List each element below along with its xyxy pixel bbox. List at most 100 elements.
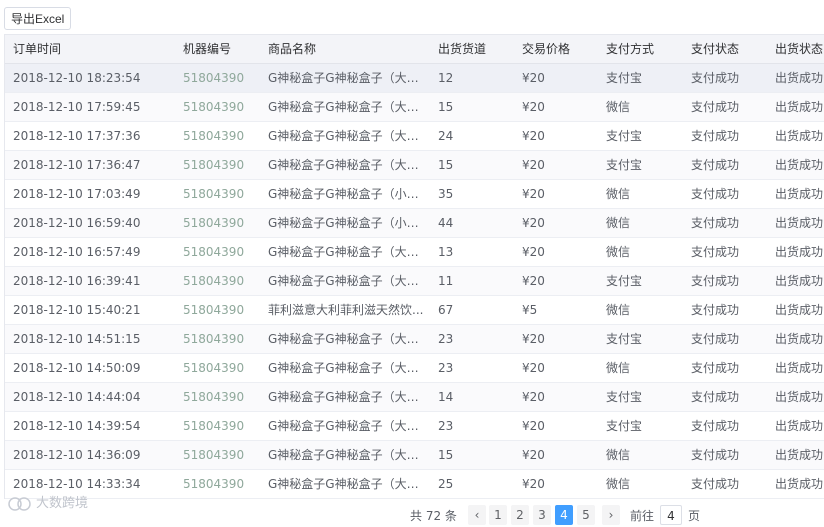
cell-order-time: 2018-12-10 16:59:40	[13, 216, 141, 230]
table-row[interactable]: 2018-12-10 16:57:49 51804390 G神秘盒子G神秘盒子（大）…	[5, 238, 824, 267]
cell-machine-id: 51804390	[183, 129, 245, 143]
cell-machine-id: 51804390	[183, 332, 245, 346]
cell-order-time: 2018-12-10 14:44:04	[13, 390, 141, 404]
cell-machine-id: 51804390	[183, 71, 245, 85]
cell-price: ¥20	[522, 419, 545, 433]
cell-order-time: 2018-12-10 18:23:54	[13, 71, 141, 85]
cell-order-time: 2018-12-10 17:59:45	[13, 100, 141, 114]
cell-slot: 14	[438, 390, 454, 404]
table-row[interactable]: 2018-12-10 14:33:34 51804390 G神秘盒子G神秘盒子（大）…	[5, 470, 824, 499]
table-row[interactable]: 2018-12-10 14:50:09 51804390 G神秘盒子G神秘盒子（大）…	[5, 354, 824, 383]
cell-machine-id: 51804390	[183, 216, 245, 230]
watermark-text: 大数跨境	[36, 496, 89, 511]
cell-delivery-status: 出货成功	[775, 71, 824, 85]
table-row[interactable]: 2018-12-10 17:03:49 51804390 G神秘盒子G神秘盒子（小）…	[5, 180, 824, 209]
table-row[interactable]: 2018-12-10 16:59:40 51804390 G神秘盒子G神秘盒子（小）…	[5, 209, 824, 238]
cell-payment-method: 微信	[606, 303, 631, 317]
cell-product-name: G神秘盒子G神秘盒子（大）...	[268, 448, 428, 462]
column-header-machine-id[interactable]: 机器编号	[183, 35, 261, 63]
cell-product-name: G神秘盒子G神秘盒子（大）...	[268, 477, 428, 491]
cell-price: ¥20	[522, 477, 545, 491]
cell-delivery-status: 出货成功	[775, 477, 824, 491]
column-header-price[interactable]: 交易价格	[522, 35, 598, 63]
cell-order-time: 2018-12-10 17:37:36	[13, 129, 141, 143]
cell-product-name: G神秘盒子G神秘盒子（大）...	[268, 390, 428, 404]
pagination-goto-input[interactable]: 4	[660, 505, 682, 525]
cell-order-time: 2018-12-10 14:39:54	[13, 419, 141, 433]
export-excel-button[interactable]: 导出Excel	[4, 7, 72, 30]
column-header-payment-status[interactable]: 支付状态	[691, 35, 767, 63]
cell-delivery-status: 出货成功	[775, 129, 824, 143]
table-row[interactable]: 2018-12-10 14:51:15 51804390 G神秘盒子G神秘盒子（大）…	[5, 325, 824, 354]
column-header-order-time[interactable]: 订单时间	[13, 35, 173, 63]
cell-payment-method: 支付宝	[606, 71, 643, 85]
cell-product-name: G神秘盒子G神秘盒子（大）...	[268, 129, 428, 143]
cell-machine-id: 51804390	[183, 187, 245, 201]
cell-price: ¥20	[522, 187, 545, 201]
cell-payment-method: 支付宝	[606, 158, 643, 172]
table-row[interactable]: 2018-12-10 17:36:47 51804390 G神秘盒子G神秘盒子（大）…	[5, 151, 824, 180]
cell-machine-id: 51804390	[183, 274, 245, 288]
chevron-left-icon[interactable]: ‹	[468, 505, 486, 525]
cell-payment-method: 微信	[606, 100, 631, 114]
cell-payment-status: 支付成功	[691, 274, 740, 288]
table-row[interactable]: 2018-12-10 14:36:09 51804390 G神秘盒子G神秘盒子（大）…	[5, 441, 824, 470]
cell-slot: 24	[438, 129, 454, 143]
cell-payment-status: 支付成功	[691, 216, 740, 230]
cell-payment-status: 支付成功	[691, 71, 740, 85]
cell-price: ¥20	[522, 448, 545, 462]
table-row[interactable]: 2018-12-10 17:59:45 51804390 G神秘盒子G神秘盒子（大）…	[5, 93, 824, 122]
pagination-goto-label: 前往	[630, 509, 655, 523]
cell-price: ¥20	[522, 274, 545, 288]
cell-product-name: G神秘盒子G神秘盒子（大）...	[268, 361, 428, 375]
column-header-slot[interactable]: 出货货道	[438, 35, 508, 63]
table-header-row: 订单时间 机器编号 商品名称 出货货道 交易价格 支付方式 支付状态 出货状态	[5, 35, 824, 64]
cell-order-time: 2018-12-10 17:03:49	[13, 187, 141, 201]
cell-order-time: 2018-12-10 15:40:21	[13, 303, 141, 317]
cell-payment-status: 支付成功	[691, 448, 740, 462]
cell-product-name: G神秘盒子G神秘盒子（小）...	[268, 216, 428, 230]
cell-price: ¥20	[522, 100, 545, 114]
cell-payment-method: 微信	[606, 245, 631, 259]
cell-machine-id: 51804390	[183, 303, 245, 317]
cell-slot: 25	[438, 477, 454, 491]
cell-slot: 23	[438, 419, 454, 433]
cell-delivery-status: 出货成功	[775, 274, 824, 288]
cell-machine-id: 51804390	[183, 477, 245, 491]
cell-order-time: 2018-12-10 14:36:09	[13, 448, 141, 462]
cell-machine-id: 51804390	[183, 158, 245, 172]
cell-price: ¥5	[522, 303, 538, 317]
cell-product-name: G神秘盒子G神秘盒子（大）...	[268, 332, 428, 346]
cell-payment-status: 支付成功	[691, 303, 740, 317]
cell-order-time: 2018-12-10 14:50:09	[13, 361, 141, 375]
page-button-4[interactable]: 4	[555, 505, 573, 525]
page-button-1[interactable]: 1	[489, 505, 507, 525]
page-button-2[interactable]: 2	[511, 505, 529, 525]
table-row[interactable]: 2018-12-10 18:23:54 51804390 G神秘盒子G神秘盒子（大）…	[5, 64, 824, 93]
page-button-3[interactable]: 3	[533, 505, 551, 525]
cell-payment-method: 微信	[606, 448, 631, 462]
cell-price: ¥20	[522, 332, 545, 346]
pagination-total: 共 72 条	[410, 509, 457, 523]
cell-product-name: G神秘盒子G神秘盒子（小）...	[268, 187, 428, 201]
cell-payment-method: 微信	[606, 187, 631, 201]
table-row[interactable]: 2018-12-10 16:39:41 51804390 G神秘盒子G神秘盒子（大）…	[5, 267, 824, 296]
cell-slot: 15	[438, 100, 454, 114]
column-header-product-name[interactable]: 商品名称	[268, 35, 428, 63]
column-header-payment-method[interactable]: 支付方式	[606, 35, 682, 63]
table-row[interactable]: 2018-12-10 14:39:54 51804390 G神秘盒子G神秘盒子（大）…	[5, 412, 824, 441]
table-row[interactable]: 2018-12-10 17:37:36 51804390 G神秘盒子G神秘盒子（大）…	[5, 122, 824, 151]
cell-payment-status: 支付成功	[691, 332, 740, 346]
table-body: 2018-12-10 18:23:54 51804390 G神秘盒子G神秘盒子（大）…	[5, 64, 824, 499]
cell-price: ¥20	[522, 361, 545, 375]
page-button-5[interactable]: 5	[577, 505, 595, 525]
chevron-right-icon[interactable]: ›	[602, 505, 620, 525]
table-row[interactable]: 2018-12-10 15:40:21 51804390 菲利滋意大利菲利滋天然饮.…	[5, 296, 824, 325]
cell-machine-id: 51804390	[183, 100, 245, 114]
column-header-delivery-status[interactable]: 出货状态	[775, 35, 824, 63]
cell-order-time: 2018-12-10 16:57:49	[13, 245, 141, 259]
cell-slot: 15	[438, 158, 454, 172]
cell-machine-id: 51804390	[183, 390, 245, 404]
cell-payment-status: 支付成功	[691, 100, 740, 114]
table-row[interactable]: 2018-12-10 14:44:04 51804390 G神秘盒子G神秘盒子（大）…	[5, 383, 824, 412]
